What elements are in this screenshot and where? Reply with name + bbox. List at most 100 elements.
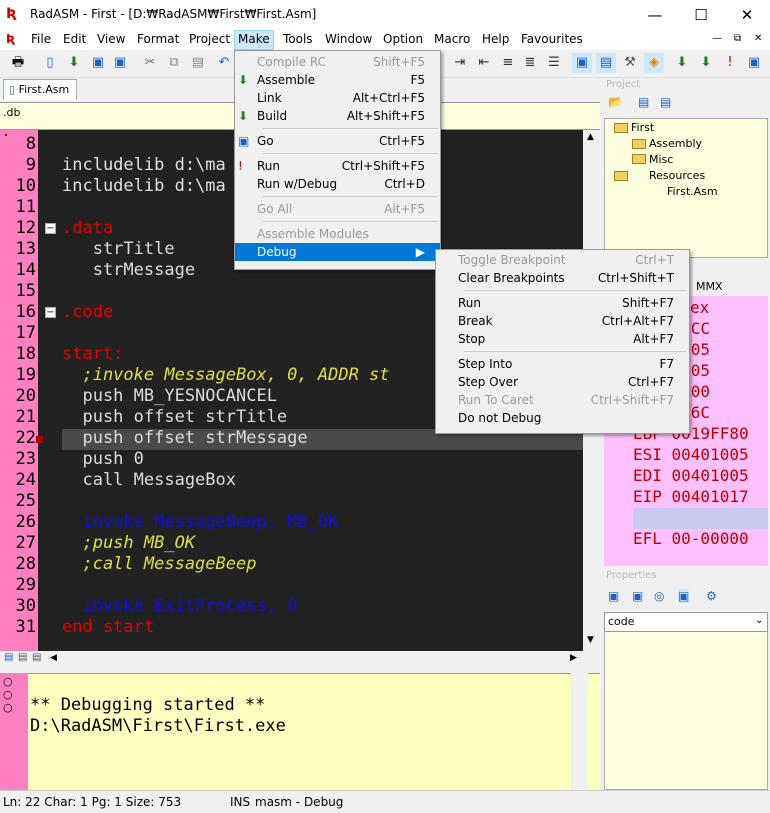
debug_menu-item[interactable]: Step Over Ctrl+F7 [436, 373, 689, 391]
minimize-button[interactable]: — [632, 0, 678, 30]
run-icon[interactable]: ! [720, 53, 740, 73]
app-logo-icon: Ʀ [6, 6, 17, 22]
fold-code-icon[interactable]: − [45, 307, 56, 318]
project-view-icon[interactable]: ▣ [572, 53, 592, 73]
build-icon[interactable]: ⬇ [696, 53, 716, 73]
make_menu-item[interactable]: ▣ Go Ctrl+F5 [235, 132, 440, 150]
menu-item-label: Step Into [458, 357, 513, 371]
view-mode-icon[interactable]: ▤ [4, 652, 13, 663]
make_menu-item[interactable]: ⬇ Build Alt+Shift+F5 [235, 107, 440, 125]
make_menu-item[interactable]: Run w/Debug Ctrl+D [235, 175, 440, 193]
make_menu-item[interactable]: Go All Alt+F5 [235, 200, 440, 218]
scroll-left-icon[interactable]: ◀ [50, 653, 57, 663]
tree-item-resources[interactable]: Resources [649, 169, 705, 182]
title-bar: Ʀ RadASM - First - [D:₩RadASM₩First₩Firs… [0, 0, 770, 30]
output-radio-1-icon[interactable]: ○ [3, 675, 13, 688]
menu-item-shortcut: Ctrl+T [635, 253, 674, 267]
scroll-up-icon[interactable]: ▲ [587, 132, 594, 142]
make_menu-item[interactable]: ! Run Ctrl+Shift+F5 [235, 157, 440, 175]
project-list-view-icon[interactable]: ▤ [660, 95, 671, 109]
prop-icon-3[interactable]: ◎ [654, 589, 664, 603]
scroll-down-icon[interactable]: ▼ [587, 635, 594, 645]
new-file-icon[interactable]: ▯ [40, 53, 60, 73]
print-icon[interactable]: 🖶 [8, 53, 28, 73]
uncomment-icon[interactable]: ≣ [520, 53, 540, 73]
mdi-restore-icon[interactable]: ⧉ [734, 33, 741, 44]
menu-view[interactable]: View [97, 32, 125, 46]
menu-format[interactable]: Format [137, 32, 179, 46]
outdent-icon[interactable]: ⇤ [474, 53, 494, 73]
debug-icon[interactable]: ▣ [744, 53, 764, 73]
view-mode2-icon[interactable]: ▤ [18, 652, 27, 663]
breakpoint-marker-icon[interactable] [36, 436, 43, 443]
undo-icon[interactable]: ↶ [214, 53, 234, 73]
debug_menu-item[interactable]: Stop Alt+F7 [436, 330, 689, 348]
output-radio-3-icon[interactable]: ○ [3, 701, 13, 714]
debug_menu-item[interactable]: Toggle Breakpoint Ctrl+T [436, 251, 689, 269]
tools-icon[interactable]: ⚒ [620, 53, 640, 73]
menu-file[interactable]: File [31, 32, 51, 46]
menu-item-shortcut: Ctrl+Shift+T [597, 271, 674, 285]
menu-separator [263, 153, 438, 154]
tree-item-misc[interactable]: Misc [649, 153, 673, 166]
properties-select[interactable]: code ⌄ [604, 612, 768, 632]
debug_menu-item[interactable]: Run Shift+F7 [436, 294, 689, 312]
code-line: ;push MB_OK [62, 533, 196, 553]
project-open-folder-icon[interactable]: 📂 [608, 95, 623, 109]
output-scrollbar[interactable] [571, 673, 588, 790]
save-all-icon[interactable]: ▣ [110, 53, 130, 73]
output-radio-2-icon[interactable]: ○ [3, 688, 13, 701]
menu-item-shortcut: F7 [659, 357, 674, 371]
editor-horizontal-scrollbar[interactable]: ▤ ▤ ▤ ◀ ▶ [0, 651, 600, 668]
menu-edit[interactable]: Edit [63, 32, 86, 46]
make_menu-item[interactable]: ⬇ Assemble F5 [235, 71, 440, 89]
assemble-icon[interactable]: ⬇ [672, 53, 692, 73]
menu-help[interactable]: Help [482, 32, 509, 46]
view-mode3-icon[interactable]: ▤ [32, 652, 41, 663]
make_menu-item[interactable]: Link Alt+Ctrl+F5 [235, 89, 440, 107]
debug_menu-item[interactable]: Clear Breakpoints Ctrl+Shift+T [436, 269, 689, 287]
tab-first-asm[interactable]: ▯ First.Asm [3, 79, 77, 100]
tree-item-first[interactable]: First [631, 121, 654, 134]
debug_menu-item[interactable]: Do not Debug [436, 409, 689, 427]
menu-option[interactable]: Option [383, 32, 423, 46]
save-icon[interactable]: ▣ [88, 53, 108, 73]
properties-view-icon[interactable]: ◈ [644, 53, 664, 73]
make_menu-item[interactable]: Debug ▶ [235, 243, 440, 261]
menu-favourites[interactable]: Favourites [521, 32, 583, 46]
debug_menu-item[interactable]: Step Into F7 [436, 355, 689, 373]
make_menu-item[interactable]: Assemble Modules [235, 225, 440, 243]
prop-icon-1[interactable]: ▣ [608, 589, 619, 603]
debug_menu-item[interactable]: Break Ctrl+Alt+F7 [436, 312, 689, 330]
menu-window[interactable]: Window [325, 32, 372, 46]
menu-project[interactable]: Project [189, 32, 230, 46]
open-file-icon[interactable]: ⬇ [64, 53, 84, 73]
project-file-view-icon[interactable]: ▤ [638, 95, 649, 109]
prop-icon-2[interactable]: ▣ [632, 589, 643, 603]
menu-tools[interactable]: Tools [283, 32, 313, 46]
mdi-close-icon[interactable]: ✕ [754, 33, 762, 44]
comment-icon[interactable]: ≡ [498, 53, 518, 73]
line-number: 19 [15, 365, 36, 385]
tree-item-assembly[interactable]: Assembly [649, 137, 702, 150]
mdi-minimize-icon[interactable]: — [712, 33, 722, 44]
scroll-right-icon[interactable]: ▶ [570, 653, 577, 663]
close-button[interactable]: ✕ [724, 0, 770, 30]
project-tree: First Assembly Misc Resources First.Asm [604, 118, 768, 258]
indent-icon[interactable]: ⇥ [450, 53, 470, 73]
output-view-icon[interactable]: ▤ [596, 53, 616, 73]
tab-mmx[interactable]: MMX [696, 280, 723, 293]
paste-icon[interactable]: ▤ [188, 53, 208, 73]
bookmark-icon[interactable]: ☰ [544, 53, 564, 73]
menu-make[interactable]: Make [234, 30, 274, 50]
prop-icon-5[interactable]: ⚙ [706, 589, 717, 603]
prop-icon-4[interactable]: ▣ [678, 589, 690, 603]
copy-icon[interactable]: ⧉ [164, 53, 184, 73]
cut-icon[interactable]: ✂ [140, 53, 160, 73]
maximize-button[interactable]: ☐ [678, 0, 724, 30]
fold-data-icon[interactable]: − [45, 223, 56, 234]
menu-macro[interactable]: Macro [434, 32, 470, 46]
debug_menu-item[interactable]: Run To Caret Ctrl+Shift+F7 [436, 391, 689, 409]
tree-item-first-asm[interactable]: First.Asm [667, 185, 718, 198]
make_menu-item[interactable]: Compile RC Shift+F5 [235, 53, 440, 71]
